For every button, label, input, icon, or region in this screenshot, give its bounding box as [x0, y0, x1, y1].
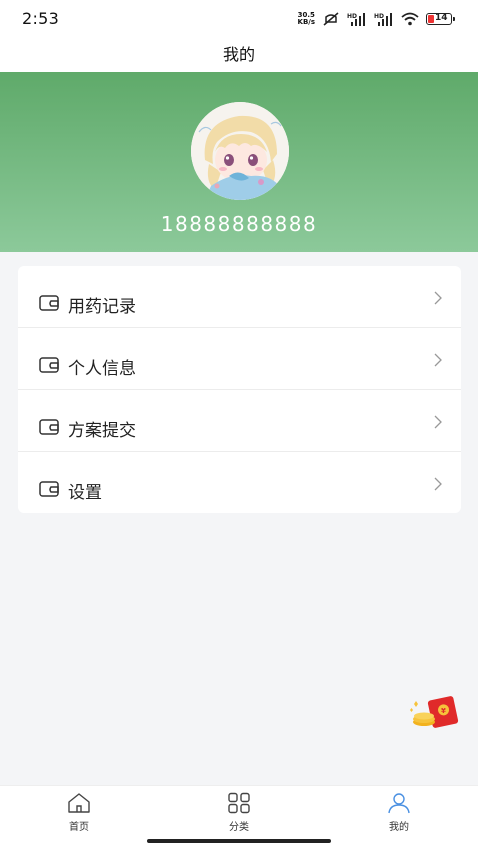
- status-bar: 2:53 30.5 KB/s HD HD 14: [0, 0, 478, 38]
- nav-item-mine[interactable]: 我的: [359, 792, 439, 833]
- battery-level: 14: [435, 13, 448, 23]
- wifi-icon: [401, 12, 419, 26]
- red-packet-button[interactable]: ¥: [408, 696, 460, 730]
- menu-item-medication-record[interactable]: 用药记录: [18, 266, 461, 328]
- menu-item-settings[interactable]: 设置: [18, 452, 461, 514]
- svg-text:HD: HD: [374, 13, 384, 20]
- hd-signal-icon: HD: [347, 13, 365, 26]
- profile-header: 18888888888: [0, 72, 478, 252]
- svg-text:HD: HD: [347, 13, 357, 20]
- mute-icon: [323, 12, 339, 26]
- chevron-right-icon: [434, 291, 442, 305]
- phone-number: 18888888888: [160, 212, 318, 236]
- menu-card: 用药记录 个人信息 方案提交 设置: [18, 266, 461, 513]
- chevron-right-icon: [434, 477, 442, 491]
- status-time: 2:53: [22, 9, 60, 28]
- nav-item-label: 分类: [229, 822, 249, 833]
- menu-item-plan-submission[interactable]: 方案提交: [18, 390, 461, 452]
- wallet-icon: [39, 481, 59, 497]
- title-bar: 我的: [0, 38, 478, 72]
- avatar[interactable]: [191, 102, 289, 200]
- nav-item-label: 我的: [389, 822, 409, 833]
- wallet-icon: [39, 295, 59, 311]
- menu-item-label: 个人信息: [68, 359, 136, 379]
- nav-item-category[interactable]: 分类: [199, 792, 279, 833]
- home-icon: [68, 793, 90, 813]
- chevron-right-icon: [434, 415, 442, 429]
- battery-icon: 14: [426, 13, 455, 25]
- nav-item-label: 首页: [69, 822, 89, 833]
- menu-item-personal-info[interactable]: 个人信息: [18, 328, 461, 390]
- menu-item-label: 用药记录: [68, 297, 136, 317]
- menu-item-label: 设置: [68, 483, 102, 503]
- status-icons: 30.5 KB/s HD HD 14: [298, 9, 455, 29]
- user-icon: [388, 793, 410, 814]
- net-speed-unit: KB/s: [297, 18, 315, 26]
- menu-item-label: 方案提交: [68, 421, 136, 441]
- page-title: 我的: [222, 45, 255, 64]
- chevron-right-icon: [434, 353, 442, 367]
- wallet-icon: [39, 419, 59, 435]
- network-speed-icon: 30.5 KB/s: [298, 12, 315, 26]
- wallet-icon: [39, 357, 59, 373]
- nav-item-home[interactable]: 首页: [39, 792, 119, 833]
- hd-signal-icon: HD: [374, 13, 392, 26]
- grid-icon: [228, 792, 250, 814]
- home-indicator[interactable]: [147, 839, 331, 843]
- red-packet-icon: ¥: [410, 696, 459, 728]
- anime-avatar-icon: [191, 102, 289, 200]
- svg-text:¥: ¥: [441, 707, 446, 715]
